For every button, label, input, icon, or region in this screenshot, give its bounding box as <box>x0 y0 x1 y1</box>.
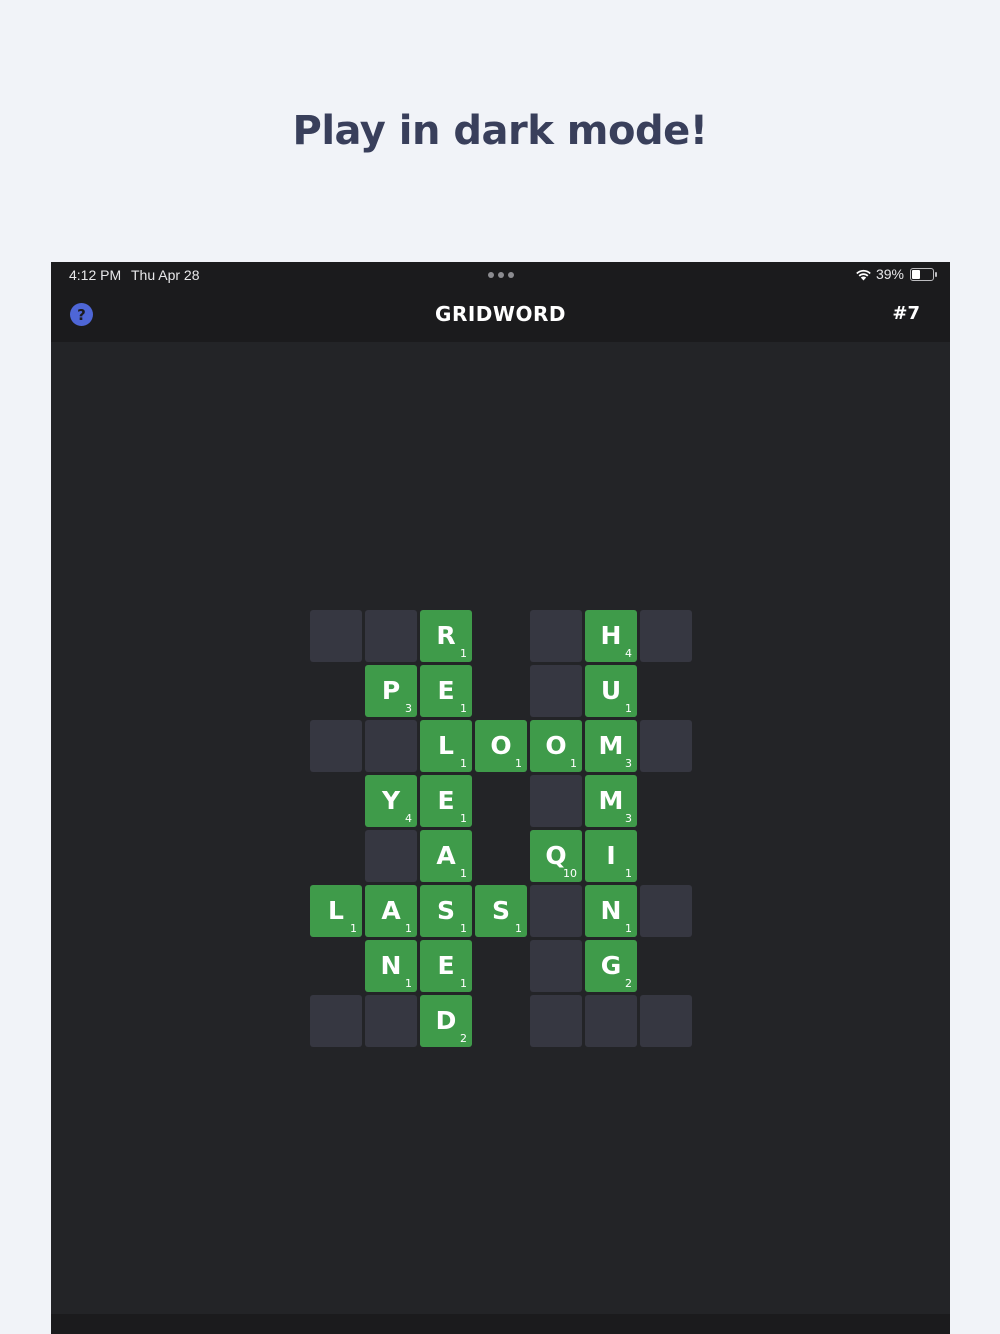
tile-score: 1 <box>515 757 522 770</box>
letter-tile[interactable]: N1 <box>365 940 417 992</box>
empty-cell[interactable] <box>365 995 417 1047</box>
empty-cell[interactable] <box>365 610 417 662</box>
letter-tile[interactable]: S1 <box>420 885 472 937</box>
letter-tile[interactable]: G2 <box>585 940 637 992</box>
tile-score: 1 <box>625 867 632 880</box>
empty-cell[interactable] <box>640 610 692 662</box>
letter-tile[interactable]: E1 <box>420 775 472 827</box>
tile-score: 1 <box>460 757 467 770</box>
empty-cell[interactable] <box>640 720 692 772</box>
empty-cell[interactable] <box>530 610 582 662</box>
empty-cell[interactable] <box>530 775 582 827</box>
empty-cell[interactable] <box>310 995 362 1047</box>
tile-score: 2 <box>625 977 632 990</box>
letter-tile[interactable]: A1 <box>420 830 472 882</box>
tile-score: 1 <box>460 647 467 660</box>
tile-score: 4 <box>405 812 412 825</box>
tile-score: 1 <box>460 977 467 990</box>
tile-score: 1 <box>460 867 467 880</box>
letter-tile[interactable]: U1 <box>585 665 637 717</box>
letter-tile[interactable]: E1 <box>420 665 472 717</box>
letter-tile[interactable]: M3 <box>585 775 637 827</box>
tile-score: 1 <box>570 757 577 770</box>
promo-headline: Play in dark mode! <box>292 108 708 154</box>
empty-cell[interactable] <box>530 995 582 1047</box>
letter-tile[interactable]: S1 <box>475 885 527 937</box>
empty-cell[interactable] <box>310 610 362 662</box>
letter-tile[interactable]: N1 <box>585 885 637 937</box>
device-screen: 4:12 PM Thu Apr 28 39% ? GRIDWORD #7 R1H… <box>51 262 950 1334</box>
tile-score: 1 <box>460 922 467 935</box>
letter-tile[interactable]: I1 <box>585 830 637 882</box>
letter-tile[interactable]: Y4 <box>365 775 417 827</box>
empty-cell[interactable] <box>530 665 582 717</box>
letter-tile[interactable]: E1 <box>420 940 472 992</box>
tile-score: 1 <box>625 922 632 935</box>
letter-tile[interactable]: H4 <box>585 610 637 662</box>
empty-cell[interactable] <box>530 885 582 937</box>
tile-score: 1 <box>460 812 467 825</box>
tile-score: 3 <box>405 702 412 715</box>
empty-cell[interactable] <box>640 995 692 1047</box>
tile-score: 2 <box>460 1032 467 1045</box>
letter-tile[interactable]: Q 10 <box>530 830 582 882</box>
tile-score: 1 <box>405 922 412 935</box>
tile-score: 1 <box>350 922 357 935</box>
empty-cell[interactable] <box>585 995 637 1047</box>
letter-tile[interactable]: D2 <box>420 995 472 1047</box>
tile-score: 1 <box>460 702 467 715</box>
letter-tile[interactable]: A1 <box>365 885 417 937</box>
empty-cell[interactable] <box>365 830 417 882</box>
tile-score: 4 <box>625 647 632 660</box>
letter-tile[interactable]: O1 <box>530 720 582 772</box>
letter-tile[interactable]: P3 <box>365 665 417 717</box>
empty-cell[interactable] <box>310 720 362 772</box>
tile-score: 1 <box>625 702 632 715</box>
letter-tile[interactable]: L1 <box>310 885 362 937</box>
letter-tile[interactable]: M3 <box>585 720 637 772</box>
tile-score: 1 <box>515 922 522 935</box>
empty-cell[interactable] <box>365 720 417 772</box>
empty-cell[interactable] <box>640 885 692 937</box>
game-board: R 1 H 4 P 3 E 1 U 1 L 1 O 1 O 1 M 3 Y 4 E 1 M 3 A 1 Q 10 I 1 L 1 A 1 S 1 S 1 N… <box>51 262 950 1334</box>
empty-cell[interactable] <box>530 940 582 992</box>
tile-score: 1 <box>405 977 412 990</box>
letter-tile[interactable]: O1 <box>475 720 527 772</box>
tile-score: 3 <box>625 757 632 770</box>
letter-tile[interactable]: R1 <box>420 610 472 662</box>
bottom-bar <box>51 1314 950 1334</box>
tile-score: 10 <box>563 867 577 880</box>
letter-tile[interactable]: L1 <box>420 720 472 772</box>
tile-score: 3 <box>625 812 632 825</box>
